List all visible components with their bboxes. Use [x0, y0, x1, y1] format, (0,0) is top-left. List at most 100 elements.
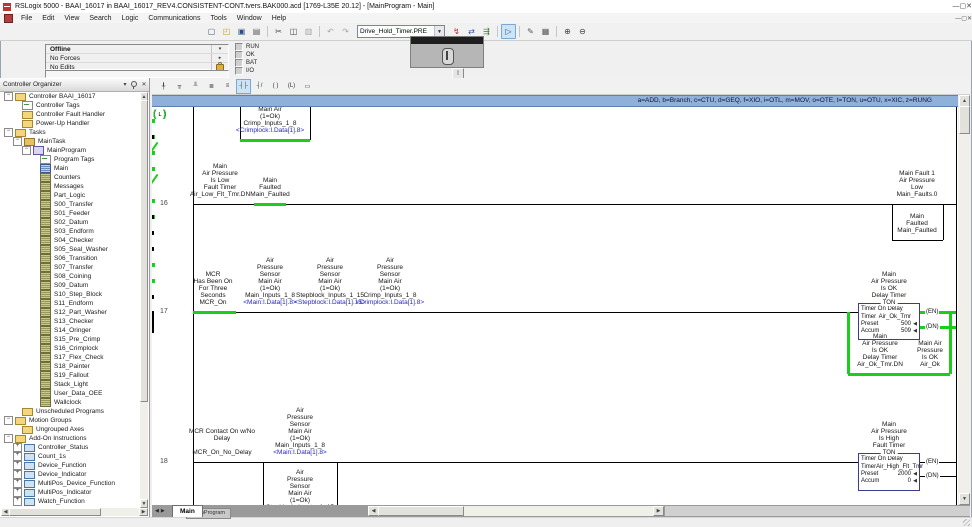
scroll-down-icon[interactable]: ▼: [959, 493, 970, 505]
rung-properties-icon[interactable]: ≡: [220, 79, 235, 94]
organizer-hscrollbar[interactable]: ◀ ▶: [1, 508, 148, 516]
tree-item-motion-groups[interactable]: −Motion Groups: [1, 416, 139, 425]
collapse-icon[interactable]: −: [22, 146, 31, 155]
tree-item-s11-endform[interactable]: S11_Endform: [1, 299, 139, 308]
chevron-down-icon[interactable]: ▾: [120, 81, 130, 88]
tree-item-program-tags[interactable]: Program Tags: [1, 155, 139, 164]
tree-item-add-on-instructions[interactable]: −Add-On Instructions: [1, 434, 139, 443]
xic-contact-Crimp_Inputs_1_8[interactable]: [152, 235, 170, 251]
expand-icon[interactable]: +: [13, 443, 22, 452]
tree-item-controller-tags[interactable]: Controller Tags: [1, 101, 139, 110]
collapse-icon[interactable]: −: [4, 92, 13, 101]
scroll-down-icon[interactable]: ▼: [140, 499, 148, 508]
ladder-vscrollbar[interactable]: ▲ ▼: [958, 95, 970, 505]
tree-item-tasks[interactable]: −Tasks: [1, 128, 139, 137]
print-icon[interactable]: ▤: [249, 24, 264, 39]
menu-help[interactable]: Help: [267, 15, 291, 22]
forces-row[interactable]: No Forces ▸: [46, 54, 228, 63]
tree-item-device-function[interactable]: +Device_Function: [1, 461, 139, 470]
expand-icon[interactable]: +: [13, 470, 22, 479]
branch-level-icon[interactable]: ╨: [188, 79, 203, 94]
tree-item-s15-pre-crimp[interactable]: S15_Pre_Crimp: [1, 335, 139, 344]
resize-grip[interactable]: [963, 519, 970, 526]
tree-item-counters[interactable]: Counters: [1, 173, 139, 182]
tree-item-s10-step-block[interactable]: S10_Step_Block: [1, 290, 139, 299]
tree-item-s19-fallout[interactable]: S19_Fallout: [1, 371, 139, 380]
forces-dropdown-icon[interactable]: ▸: [211, 54, 228, 62]
scroll-right-icon[interactable]: ▶: [139, 508, 148, 516]
scroll-thumb[interactable]: [9, 508, 101, 516]
tree-item-messages[interactable]: Messages: [1, 182, 139, 191]
tree-item-user-data-oee[interactable]: User_Data_OEE: [1, 389, 139, 398]
tree-item-controller-baai-16017[interactable]: −Controller BAAI_16017: [1, 92, 139, 101]
otl-coil-icon[interactable]: (L): [284, 79, 299, 94]
tree-item-s12-part-washer[interactable]: S12_Part_Washer: [1, 308, 139, 317]
collapse-icon[interactable]: −: [4, 416, 13, 425]
pin-icon[interactable]: [130, 81, 137, 89]
ton-air-high-flt-tmr[interactable]: TONTimer On DelayTimerAir_High_Flt_TmrPr…: [858, 453, 920, 491]
menu-file[interactable]: File: [16, 15, 37, 22]
expand-icon[interactable]: +: [13, 461, 22, 470]
tree-item-s13-checker[interactable]: S13_Checker: [1, 317, 139, 326]
tree-item-maintask[interactable]: −MainTask: [1, 137, 139, 146]
ladder-canvas[interactable]: Main Air(1=Ok)Crimp_Inputs_1_8<Crimplock…: [152, 107, 958, 505]
undo-icon[interactable]: ↶: [323, 24, 338, 39]
expand-icon[interactable]: +: [13, 488, 22, 497]
tree-item-s04-checker[interactable]: S04_Checker: [1, 236, 139, 245]
tree-item-main[interactable]: Main: [1, 164, 139, 173]
zoom-out-icon[interactable]: ⊖: [575, 24, 590, 39]
tab-nav-arrows-icon[interactable]: ◀▶: [155, 508, 167, 514]
tree-item-controller-fault-handler[interactable]: Controller Fault Handler: [1, 110, 139, 119]
save-icon[interactable]: ▣: [234, 24, 249, 39]
menu-edit[interactable]: Edit: [37, 15, 59, 22]
zoom-in-icon[interactable]: ⊕: [560, 24, 575, 39]
tree-item-power-up-handler[interactable]: Power-Up Handler: [1, 119, 139, 128]
rung-number-17[interactable]: 17: [160, 308, 168, 315]
timer-instruction-icon[interactable]: ▭: [300, 79, 315, 94]
new-file-icon[interactable]: ▢: [204, 24, 219, 39]
tree-item-count-1s[interactable]: +Count_1s: [1, 452, 139, 461]
close-icon[interactable]: ✕: [139, 81, 149, 88]
tree-item-multipos-device-function[interactable]: +MultiPos_Device_Function: [1, 479, 139, 488]
tree-item-multipos-indicator[interactable]: +MultiPos_Indicator: [1, 488, 139, 497]
scroll-thumb[interactable]: [959, 106, 970, 134]
branch-icon[interactable]: ╥: [172, 79, 187, 94]
tree-item-s01-feeder[interactable]: S01_Feeder: [1, 209, 139, 218]
scroll-thumb[interactable]: [140, 100, 148, 402]
scroll-right-icon[interactable]: ▶: [653, 506, 664, 516]
menu-window[interactable]: Window: [232, 15, 267, 22]
tab-main[interactable]: Main: [172, 505, 203, 517]
menu-communications[interactable]: Communications: [143, 15, 205, 22]
collapse-icon[interactable]: −: [13, 137, 22, 146]
tree-item-watch-function[interactable]: +Watch_Function: [1, 497, 139, 506]
collapse-icon[interactable]: −: [4, 128, 13, 137]
tree-item-mainprogram[interactable]: −MainProgram: [1, 146, 139, 155]
tree-item-wallclock[interactable]: Wallclock: [1, 398, 139, 407]
tree-item-s18-painter[interactable]: S18_Painter: [1, 362, 139, 371]
close-button[interactable]: ✕: [966, 3, 972, 10]
tree-item-stack-light[interactable]: Stack_Light: [1, 380, 139, 389]
tree-item-s00-transfer[interactable]: S00_Transfer: [1, 200, 139, 209]
xic-contact-Air_Ok_Tmr.DN[interactable]: [152, 251, 170, 267]
rung-number-18[interactable]: 18: [160, 458, 168, 465]
tree-item-unscheduled-programs[interactable]: Unscheduled Programs: [1, 407, 139, 416]
tree-item-s16-crimplock[interactable]: S16_Crimplock: [1, 344, 139, 353]
menu-logic[interactable]: Logic: [117, 15, 144, 22]
organizer-vscrollbar[interactable]: ▲ ▼: [140, 92, 148, 508]
rung-list-icon[interactable]: ≣: [204, 79, 219, 94]
tree-item-s08-coining[interactable]: S08_Coining: [1, 272, 139, 281]
tree-item-s07-transfer[interactable]: S07_Transfer: [1, 263, 139, 272]
tree-item-s03-endform[interactable]: S03_Endform: [1, 227, 139, 236]
ote-coil-icon[interactable]: ( ): [268, 79, 283, 94]
tree-item-device-indicator[interactable]: +Device_Indicator: [1, 470, 139, 479]
expand-icon[interactable]: +: [13, 479, 22, 488]
tree-item-ungrouped-axes[interactable]: Ungrouped Axes: [1, 425, 139, 434]
tree-item-s09-datum[interactable]: S09_Datum: [1, 281, 139, 290]
tree-item-part-logic[interactable]: Part_Logic: [1, 191, 139, 200]
path-field[interactable]: [45, 70, 229, 78]
cut-icon[interactable]: ✂: [271, 24, 286, 39]
collapse-icon[interactable]: −: [4, 434, 13, 443]
tree-item-s17-flex-check[interactable]: S17_Flex_Check: [1, 353, 139, 362]
minimize-button[interactable]: —: [953, 3, 960, 10]
mode-dropdown-icon[interactable]: ▾: [211, 45, 228, 53]
